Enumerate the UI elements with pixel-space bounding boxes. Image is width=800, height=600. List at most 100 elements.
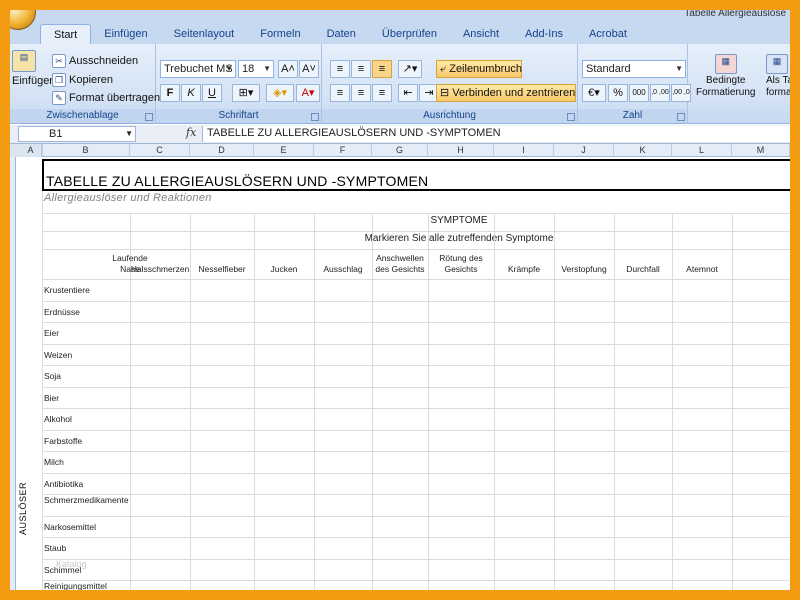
trigger-row-label[interactable]: Weizen — [44, 350, 128, 360]
symptom-header-cell[interactable]: Verstopfung — [554, 249, 614, 277]
percent-button[interactable]: % — [608, 84, 628, 102]
copy-button[interactable]: ❐ Kopieren — [52, 73, 113, 87]
align-bottom-button[interactable]: ≡ — [372, 60, 392, 78]
font-name-combo[interactable]: Trebuchet MS ▼ — [160, 60, 236, 78]
symptom-header-cell[interactable]: Nesselfieber — [190, 249, 254, 277]
symptom-header-cell[interactable]: Durchfall — [614, 249, 672, 277]
worksheet-grid[interactable]: TABELLE ZU ALLERGIEAUSLÖSERN UND -SYMPTO… — [16, 157, 790, 590]
formula-input[interactable]: TABELLE ZU ALLERGIEAUSLÖSERN UND -SYMPTO… — [202, 126, 790, 142]
borders-button[interactable]: ⊞▾ — [232, 84, 260, 102]
increase-decimal-button[interactable]: ,0 ,00 — [650, 84, 670, 102]
trigger-row-label[interactable]: Eier — [44, 328, 128, 338]
align-right-button[interactable]: ≡ — [372, 84, 392, 102]
bold-button[interactable]: F — [160, 84, 180, 102]
fill-color-button[interactable]: ◈▾ — [266, 84, 294, 102]
number-format-combo[interactable]: Standard ▼ — [582, 60, 686, 78]
trigger-row-label[interactable]: Bier — [44, 393, 128, 403]
trigger-row-label[interactable]: Milch — [44, 457, 128, 467]
font-size-combo[interactable]: 18 ▼ — [238, 60, 274, 78]
tab-daten[interactable]: Daten — [314, 24, 369, 44]
align-center-button[interactable]: ≡ — [351, 84, 371, 102]
align-left-button[interactable]: ≡ — [330, 84, 350, 102]
column-header-j[interactable]: J — [554, 144, 614, 157]
font-color-button[interactable]: A▾ — [296, 84, 320, 102]
trigger-row-label[interactable]: Alkohol — [44, 414, 128, 424]
number-launcher-icon[interactable] — [677, 113, 685, 121]
align-middle-button[interactable]: ≡ — [351, 60, 371, 78]
name-box[interactable]: B1 ▼ — [18, 126, 136, 142]
column-header-a[interactable]: A — [20, 144, 42, 157]
symptom-header-cell[interactable]: Anschwellen des Gesichts — [372, 249, 428, 277]
conditional-formatting-button[interactable]: ▦ Bedingte Formatierung — [696, 54, 755, 98]
column-header-c[interactable]: C — [130, 144, 190, 157]
clipboard-launcher-icon[interactable] — [145, 113, 153, 121]
symptom-header-cell[interactable]: Ausschlag — [314, 249, 372, 277]
trigger-row-label[interactable]: Erdnüsse — [44, 307, 128, 317]
decrease-indent-button[interactable]: ⇤ — [398, 84, 418, 102]
symptom-header-cell[interactable]: Atemnot — [672, 249, 732, 277]
alignment-launcher-icon[interactable] — [567, 113, 575, 121]
column-header-b[interactable]: B — [42, 144, 130, 157]
group-number: Standard ▼ €▾ % 000 ,0 ,00 ,00 ,0 Zahl — [578, 44, 691, 124]
sheet-title-cell[interactable]: TABELLE ZU ALLERGIEAUSLÖSERN UND -SYMPTO… — [42, 159, 790, 191]
tab-ansicht[interactable]: Ansicht — [450, 24, 512, 44]
chevron-down-icon: ▼ — [675, 64, 683, 73]
tab-formeln[interactable]: Formeln — [247, 24, 313, 44]
cut-button[interactable]: ✂ Ausschneiden — [52, 54, 138, 68]
tab-einfuegen[interactable]: Einfügen — [91, 24, 160, 44]
table-icon: ▦ — [766, 54, 788, 74]
column-header-m[interactable]: M — [732, 144, 790, 157]
grid-row-line — [42, 494, 790, 495]
thousands-button[interactable]: 000 — [629, 84, 649, 102]
group-alignment: ≡ ≡ ≡ ↗▾ ⤶ Zeilenumbruch ≡ ≡ ≡ ⇤ ⇥ ⊟ Ver… — [322, 44, 578, 124]
trigger-row-label[interactable]: Narkosemittel — [44, 522, 128, 532]
trigger-row-label[interactable]: Reinigungsmittel — [44, 581, 128, 590]
grow-font-button[interactable]: A˄ — [278, 60, 298, 78]
trigger-row-label[interactable]: Schimmel — [44, 565, 128, 575]
merge-center-button[interactable]: ⊟ Verbinden und zentrieren — [436, 84, 576, 102]
excel-window: Tabelle Allergieauslöse Start Einfügen S… — [10, 10, 790, 590]
shrink-font-button[interactable]: A˅ — [299, 60, 319, 78]
title-bar: Tabelle Allergieauslöse — [10, 10, 790, 22]
symptom-header-cell[interactable]: Krämpfe — [494, 249, 554, 277]
trigger-row-label[interactable]: Farbstoffe — [44, 436, 128, 446]
instruction-text: Markieren Sie alle zutreffenden Symptome — [364, 233, 554, 244]
copy-icon: ❐ — [52, 73, 66, 87]
format-as-table-button[interactable]: ▦ Als Ta formati — [766, 54, 790, 98]
tab-start[interactable]: Start — [40, 24, 92, 44]
trigger-row-label[interactable]: Soja — [44, 371, 128, 381]
italic-button[interactable]: K — [181, 84, 201, 102]
column-header-d[interactable]: D — [190, 144, 254, 157]
symptom-header-cell[interactable]: Rötung des Gesichts — [428, 249, 494, 277]
tab-acrobat[interactable]: Acrobat — [576, 24, 640, 44]
tab-seitenlayout[interactable]: Seitenlayout — [161, 24, 248, 44]
grid-column-line — [732, 213, 733, 590]
paste-button[interactable]: ▤ Einfügen — [12, 50, 55, 87]
trigger-row-label[interactable]: Antibiotika — [44, 479, 128, 489]
column-header-g[interactable]: G — [372, 144, 428, 157]
symptom-header-cell[interactable]: Jucken — [254, 249, 314, 277]
trigger-row-label[interactable]: Schmerzmedikamente — [44, 495, 129, 505]
font-launcher-icon[interactable] — [311, 113, 319, 121]
currency-button[interactable]: €▾ — [582, 84, 606, 102]
align-top-button[interactable]: ≡ — [330, 60, 350, 78]
column-header-i[interactable]: I — [494, 144, 554, 157]
wrap-text-button[interactable]: ⤶ Zeilenumbruch — [436, 60, 522, 78]
symptom-header-cell[interactable]: Halsschmerzen — [130, 249, 190, 277]
function-icon[interactable]: fx — [186, 126, 196, 139]
orientation-button[interactable]: ↗▾ — [398, 60, 422, 78]
column-header-e[interactable]: E — [254, 144, 314, 157]
ribbon: ▤ Einfügen ✂ Ausschneiden ❐ Kopieren ✎ F… — [10, 44, 790, 124]
trigger-row-label[interactable]: Krustentiere — [44, 285, 128, 295]
grid-row-line — [42, 408, 790, 409]
column-header-f[interactable]: F — [314, 144, 372, 157]
column-header-l[interactable]: L — [672, 144, 732, 157]
column-header-k[interactable]: K — [614, 144, 672, 157]
column-header-h[interactable]: H — [428, 144, 494, 157]
grid-row-line — [42, 451, 790, 452]
trigger-row-label[interactable]: Staub — [44, 543, 128, 553]
underline-button[interactable]: U — [202, 84, 222, 102]
tab-addins[interactable]: Add-Ins — [512, 24, 576, 44]
tab-ueberpruefen[interactable]: Überprüfen — [369, 24, 450, 44]
format-painter-button[interactable]: ✎ Format übertragen — [52, 91, 160, 105]
